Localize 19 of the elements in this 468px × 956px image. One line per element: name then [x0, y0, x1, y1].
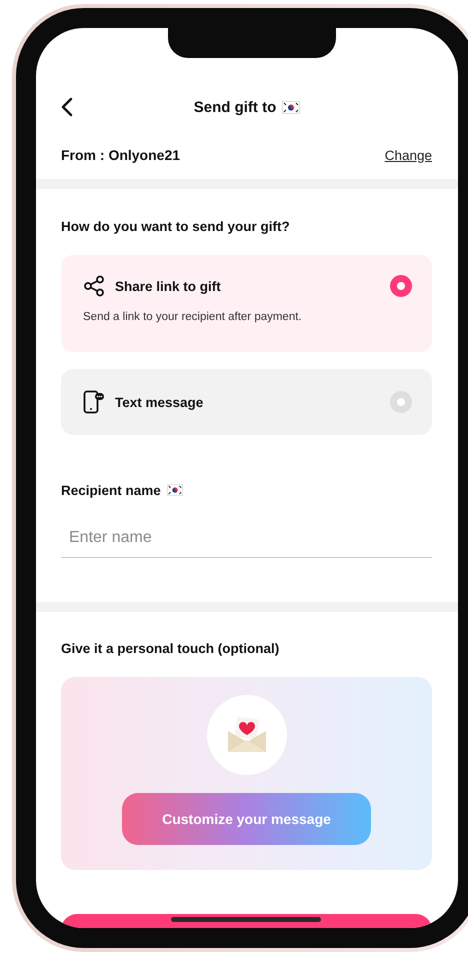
- envelope-heart-icon: [226, 716, 268, 754]
- section-heading: How do you want to send your gift?: [61, 218, 291, 236]
- field-label: Recipient name: [61, 482, 161, 498]
- flag-icon: [166, 484, 183, 496]
- screen-title: Send gift to: [194, 98, 276, 116]
- share-icon: [83, 275, 105, 297]
- section-heading: Give it a personal touch (optional): [61, 640, 280, 658]
- option-description: Send a link to your recipient after payment.: [83, 311, 303, 323]
- name-input-field[interactable]: Enter name: [61, 518, 432, 558]
- option-label: Text message: [115, 394, 204, 410]
- sender-label: From : Onlyone21: [61, 147, 180, 163]
- phone-message-icon: [83, 390, 105, 414]
- send-option[interactable]: Share link to gift Send a link to your recipient after payment.: [61, 255, 432, 352]
- change-link[interactable]: Change: [384, 148, 432, 162]
- radio-button[interactable]: [390, 275, 412, 297]
- flag-icon: [282, 100, 300, 114]
- option-label: Share link to gift: [115, 278, 222, 294]
- back-icon[interactable]: [61, 97, 73, 117]
- send-option[interactable]: Text message: [61, 369, 432, 435]
